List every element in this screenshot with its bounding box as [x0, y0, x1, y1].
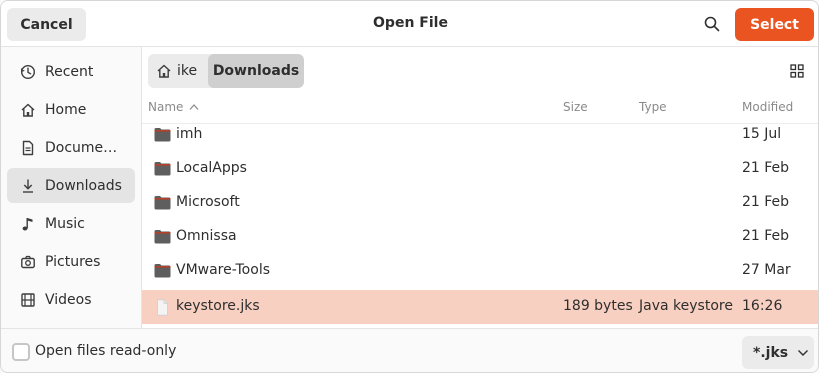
- grid-view-icon[interactable]: [787, 61, 807, 81]
- sidebar-item-label: Recent: [45, 63, 94, 80]
- camera-icon: [19, 253, 37, 271]
- readonly-label: Open files read-only: [35, 343, 177, 359]
- column-header-size[interactable]: Size: [563, 100, 588, 114]
- file-size: 189 bytes: [563, 298, 633, 314]
- file-type: Java keystore: [639, 298, 733, 314]
- column-header-type[interactable]: Type: [639, 100, 667, 114]
- sort-ascending-icon: [189, 103, 199, 111]
- sidebar-item-recent[interactable]: Recent: [7, 54, 135, 89]
- file-modified: 21 Feb: [742, 160, 790, 176]
- sidebar-item-label: Music: [45, 215, 85, 232]
- table-row[interactable]: Microsoft 21 Feb: [142, 186, 818, 220]
- file-modified: 27 Mar: [742, 262, 791, 278]
- column-header-name[interactable]: Name: [148, 100, 199, 114]
- file-name: Omnissa: [176, 228, 237, 244]
- file-icon: [154, 299, 171, 316]
- file-modified: 15 Jul: [742, 126, 782, 142]
- file-name: VMware-Tools: [176, 262, 271, 278]
- sidebar-item-label: Home: [45, 101, 87, 118]
- footer-bar: Open files read-only *.jks: [1, 328, 818, 372]
- table-row[interactable]: LocalApps 21 Feb: [142, 152, 818, 186]
- sidebar-item-music[interactable]: Music: [7, 206, 135, 241]
- breadcrumb: ike Downloads: [148, 54, 304, 88]
- sidebar-item-label: Docume…: [45, 139, 118, 156]
- sidebar-item-label: Pictures: [45, 253, 101, 270]
- select-button[interactable]: Select: [735, 8, 814, 41]
- table-row[interactable]: imh 15 Jul: [142, 124, 818, 152]
- chevron-down-icon: [797, 349, 809, 357]
- table-row[interactable]: VMware-Tools 27 Mar: [142, 254, 818, 288]
- folder-icon: [154, 229, 171, 244]
- breadcrumb-current[interactable]: Downloads: [208, 54, 304, 88]
- column-header-modified[interactable]: Modified: [742, 100, 793, 114]
- home-icon: [156, 63, 172, 79]
- file-modified: 21 Feb: [742, 228, 790, 244]
- file-modified: 16:26: [742, 298, 783, 314]
- file-chooser-dialog: Cancel Open File Select Recent Home Docu…: [0, 0, 819, 373]
- file-modified: 21 Feb: [742, 194, 790, 210]
- sidebar-item-home[interactable]: Home: [7, 92, 135, 127]
- folder-icon: [154, 263, 171, 278]
- home-icon: [19, 101, 37, 119]
- music-icon: [19, 215, 37, 233]
- film-icon: [19, 291, 37, 309]
- sidebar-item-documents[interactable]: Docume…: [7, 130, 135, 165]
- header-bar: Cancel Open File Select: [1, 1, 818, 47]
- folder-icon: [154, 195, 171, 210]
- sidebar-item-label: Videos: [45, 291, 92, 308]
- breadcrumb-home-label: ike: [177, 63, 198, 79]
- file-filter-label: *.jks: [753, 344, 789, 361]
- document-icon: [19, 139, 37, 157]
- download-icon: [19, 177, 37, 195]
- column-header-label: Name: [148, 100, 184, 114]
- clock-icon: [19, 63, 37, 81]
- folder-icon: [154, 127, 171, 142]
- file-name: Microsoft: [176, 194, 240, 210]
- dialog-title: Open File: [373, 15, 448, 31]
- file-name: keystore.jks: [176, 298, 260, 314]
- table-row[interactable]: Omnissa 21 Feb: [142, 220, 818, 254]
- search-icon[interactable]: [699, 11, 725, 37]
- breadcrumb-home[interactable]: ike: [148, 54, 208, 88]
- sidebar-item-pictures[interactable]: Pictures: [7, 244, 135, 279]
- file-name: LocalApps: [176, 160, 247, 176]
- readonly-checkbox[interactable]: [12, 343, 30, 361]
- sidebar-item-downloads[interactable]: Downloads: [7, 168, 135, 203]
- sidebar-item-videos[interactable]: Videos: [7, 282, 135, 317]
- sidebar-item-label: Downloads: [45, 177, 122, 194]
- file-list: imh 15 Jul LocalApps 21 Feb Microsoft 21…: [142, 124, 818, 328]
- places-sidebar: Recent Home Docume… Downloads Music Pict…: [1, 47, 142, 328]
- file-filter-dropdown[interactable]: *.jks: [742, 336, 814, 369]
- folder-icon: [154, 161, 171, 176]
- table-row-selected[interactable]: keystore.jks 189 bytes Java keystore 16:…: [142, 290, 818, 324]
- file-name: imh: [176, 126, 203, 142]
